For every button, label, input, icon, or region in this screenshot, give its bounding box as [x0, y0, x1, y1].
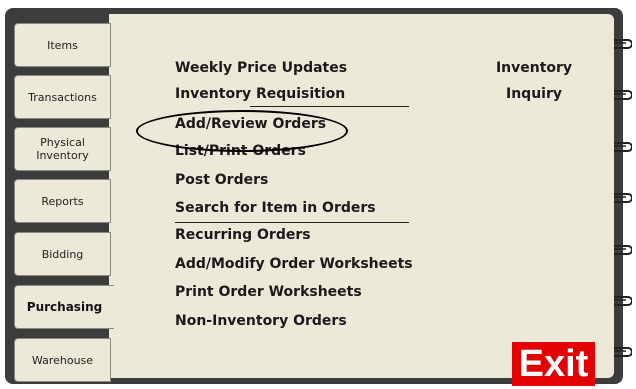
menu-print-order-worksheets[interactable]: Print Order Worksheets: [175, 284, 362, 300]
highlight-oval: [136, 110, 348, 152]
tab-physical-inventory-label: Physical Inventory: [36, 136, 89, 162]
binder-ring-icon: [614, 347, 632, 357]
menu-post-orders[interactable]: Post Orders: [175, 172, 268, 188]
exit-button[interactable]: Exit: [512, 342, 595, 386]
menu-search-for-item-in-orders[interactable]: Search for Item in Orders: [175, 200, 376, 216]
binder-ring-icon: [614, 39, 632, 49]
tab-transactions[interactable]: Transactions: [14, 75, 111, 119]
binder-ring-icon: [614, 245, 632, 255]
tab-physical-inventory[interactable]: Physical Inventory: [14, 127, 111, 171]
tab-purchasing[interactable]: Purchasing: [14, 285, 114, 329]
binder-ring-icon: [614, 193, 632, 203]
menu-add-modify-order-worksheets[interactable]: Add/Modify Order Worksheets: [175, 256, 413, 272]
menu-weekly-price-updates[interactable]: Weekly Price Updates: [175, 60, 347, 76]
tab-reports[interactable]: Reports: [14, 179, 111, 223]
menu-inventory-requisition[interactable]: Inventory Requisition: [175, 86, 345, 102]
inventory-inquiry-line2[interactable]: Inquiry: [484, 86, 584, 102]
tab-items[interactable]: Items: [14, 23, 111, 67]
tab-warehouse[interactable]: Warehouse: [14, 338, 111, 382]
menu-divider: [250, 106, 409, 107]
tab-bidding[interactable]: Bidding: [14, 232, 111, 276]
binder-ring-icon: [614, 142, 632, 152]
binder-ring-icon: [614, 296, 632, 306]
menu-recurring-orders[interactable]: Recurring Orders: [175, 227, 311, 243]
inventory-inquiry-line1[interactable]: Inventory: [484, 60, 584, 76]
binder-ring-icon: [614, 90, 632, 100]
menu-non-inventory-orders[interactable]: Non-Inventory Orders: [175, 313, 347, 329]
menu-divider: [175, 222, 409, 223]
